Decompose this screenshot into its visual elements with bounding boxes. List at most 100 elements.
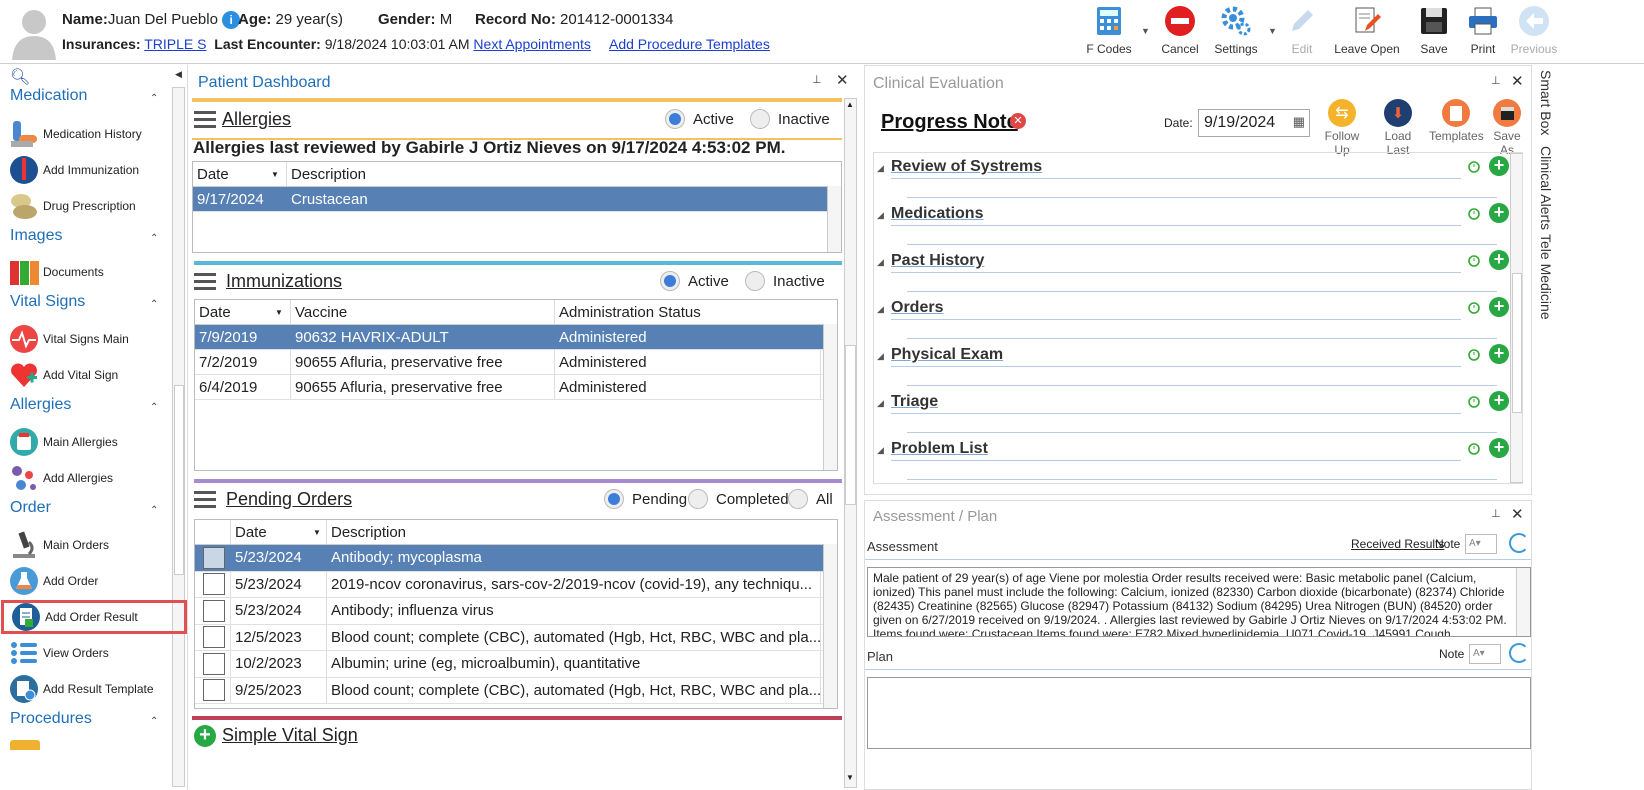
- alarm-clock-icon[interactable]: [1467, 394, 1481, 408]
- add-vital-icon[interactable]: +: [194, 725, 216, 747]
- assessment-scrollbar[interactable]: [1516, 568, 1530, 636]
- allergies-title[interactable]: Allergies: [222, 109, 291, 130]
- add-icon[interactable]: +: [1489, 391, 1509, 411]
- sidebar-item-main-orders[interactable]: Main Orders: [8, 528, 184, 562]
- pending-orders-title[interactable]: Pending Orders: [226, 489, 352, 510]
- table-row[interactable]: 12/5/2023 Blood count; complete (CBC), au…: [195, 624, 837, 651]
- chevron-up-icon[interactable]: ⌃: [150, 93, 158, 104]
- section-vital-signs[interactable]: Vital Signs: [10, 293, 85, 311]
- row-checkbox[interactable]: [203, 599, 225, 622]
- simple-vital-sign-title[interactable]: Simple Vital Sign: [222, 725, 358, 746]
- save-as-button[interactable]: Save As: [1485, 99, 1529, 157]
- sidebar-item-view-orders[interactable]: View Orders: [8, 636, 184, 670]
- column-description[interactable]: Description: [287, 162, 827, 186]
- settings-dropdown-icon[interactable]: ▼: [1268, 26, 1277, 36]
- chevron-up-icon[interactable]: ⌃: [150, 716, 158, 727]
- sidebar-item-add-vital-sign[interactable]: Add Vital Sign: [8, 358, 184, 392]
- load-last-button[interactable]: ⬇ Load Last: [1373, 99, 1423, 157]
- alarm-clock-icon[interactable]: [1467, 347, 1481, 361]
- insurance-link[interactable]: TRIPLE S: [144, 36, 206, 52]
- settings-button[interactable]: Settings: [1212, 4, 1260, 56]
- pending-orders-table-scrollbar[interactable]: [823, 544, 837, 708]
- immunizations-inactive-radio[interactable]: Inactive: [745, 271, 825, 291]
- smart-box-tab[interactable]: Smart Box: [1538, 70, 1554, 135]
- chevron-up-icon[interactable]: ⌃: [150, 299, 158, 310]
- fcodes-button[interactable]: F Codes: [1086, 4, 1132, 56]
- column-vaccine[interactable]: Vaccine: [291, 300, 555, 324]
- immunizations-title[interactable]: Immunizations: [226, 271, 342, 292]
- add-icon[interactable]: +: [1489, 438, 1509, 458]
- section-allergies[interactable]: Allergies: [10, 396, 71, 414]
- allergies-active-radio[interactable]: Active: [665, 109, 734, 129]
- add-procedure-templates-link[interactable]: Add Procedure Templates: [609, 36, 770, 52]
- table-row[interactable]: 10/2/2023 Albumin; urine (eg, microalbumi…: [195, 651, 837, 678]
- column-description[interactable]: Description: [327, 520, 821, 544]
- chevron-up-icon[interactable]: ⌃: [150, 233, 158, 244]
- scroll-up-icon[interactable]: ▲: [846, 100, 854, 109]
- row-checkbox[interactable]: [203, 573, 225, 596]
- sidebar-item-documents[interactable]: Documents: [8, 255, 184, 289]
- refresh-icon[interactable]: [1509, 533, 1529, 553]
- next-appointments-link[interactable]: Next Appointments: [473, 36, 591, 52]
- alarm-clock-icon[interactable]: [1467, 159, 1481, 173]
- section-orders[interactable]: ◢ Orders +: [877, 297, 1517, 339]
- sidebar-item-add-allergies[interactable]: Add Allergies: [8, 461, 184, 495]
- close-icon[interactable]: ✕: [836, 71, 849, 89]
- section-medication[interactable]: Medication: [10, 87, 87, 105]
- table-row[interactable]: 7/9/2019 90632 HAVRIX-ADULT Administered: [195, 325, 837, 350]
- sidebar-item-add-order[interactable]: Add Order: [8, 564, 184, 598]
- menu-icon[interactable]: [194, 491, 216, 509]
- tele-medicine-tab[interactable]: Tele Medicine: [1538, 234, 1554, 320]
- sidebar-item-add-immunization[interactable]: Add Immunization: [8, 153, 184, 187]
- chevron-up-icon[interactable]: ⌃: [150, 505, 158, 516]
- sidebar-item-vital-signs-main[interactable]: Vital Signs Main: [8, 322, 184, 356]
- add-icon[interactable]: +: [1489, 297, 1509, 317]
- text-format-dropdown[interactable]: A▾: [1465, 534, 1497, 554]
- table-row[interactable]: 9/17/2024 Crustacean: [193, 187, 841, 212]
- sort-dropdown-icon[interactable]: ▼: [275, 308, 283, 317]
- row-checkbox[interactable]: [203, 626, 225, 649]
- sidebar-item-add-result-template[interactable]: Add Result Template: [8, 672, 184, 706]
- pin-icon[interactable]: ⊥: [1491, 507, 1501, 520]
- sort-dropdown-icon[interactable]: ▼: [313, 528, 321, 537]
- table-row[interactable]: 6/4/2019 90655 Afluria, preservative free…: [195, 375, 837, 400]
- section-past-history[interactable]: ◢ Past History +: [877, 250, 1517, 292]
- add-icon[interactable]: +: [1489, 250, 1509, 270]
- table-row[interactable]: 7/2/2019 90655 Afluria, preservative free…: [195, 350, 837, 375]
- immunizations-table-scrollbar[interactable]: [823, 324, 837, 470]
- pin-icon[interactable]: ⊥: [1491, 74, 1501, 87]
- section-triage[interactable]: ◢ Triage +: [877, 391, 1517, 433]
- section-procedures[interactable]: Procedures: [10, 710, 92, 728]
- sidebar-item-main-allergies[interactable]: Main Allergies: [8, 425, 184, 459]
- add-icon[interactable]: +: [1489, 344, 1509, 364]
- section-problem-list[interactable]: ◢ Problem List +: [877, 438, 1517, 480]
- alarm-clock-icon[interactable]: [1467, 206, 1481, 220]
- alarm-clock-icon[interactable]: [1467, 253, 1481, 267]
- add-icon[interactable]: +: [1489, 156, 1509, 176]
- alarm-clock-icon[interactable]: [1467, 441, 1481, 455]
- pin-icon[interactable]: ⊥: [812, 73, 822, 86]
- plan-refresh-icon[interactable]: [1509, 643, 1529, 663]
- allergies-table-scrollbar[interactable]: [827, 186, 841, 252]
- fcodes-dropdown-icon[interactable]: ▼: [1141, 26, 1150, 36]
- menu-icon[interactable]: [194, 273, 216, 291]
- collapse-panel-icon[interactable]: ◀: [175, 69, 182, 80]
- section-review-of-systems[interactable]: ◢ Review of Systrems +: [877, 156, 1517, 198]
- search-icon[interactable]: 🔍︎: [10, 67, 30, 87]
- section-images[interactable]: Images: [10, 227, 62, 245]
- print-button[interactable]: Print: [1464, 4, 1502, 56]
- row-checkbox[interactable]: [203, 679, 225, 702]
- table-row[interactable]: 5/23/2024 2019-ncov coronavirus, sars-cov…: [195, 571, 837, 598]
- row-checkbox[interactable]: [203, 546, 225, 569]
- allergies-inactive-radio[interactable]: Inactive: [750, 109, 830, 129]
- sidebar-item-add-order-result[interactable]: Add Order Result: [1, 600, 187, 634]
- section-order[interactable]: Order: [10, 499, 51, 517]
- immunizations-active-radio[interactable]: Active: [660, 271, 729, 291]
- leave-open-button[interactable]: Leave Open: [1334, 4, 1400, 56]
- date-input[interactable]: 9/19/2024 ▦: [1198, 109, 1310, 137]
- completed-radio[interactable]: Completed: [688, 489, 789, 509]
- templates-button[interactable]: Templates: [1429, 99, 1484, 143]
- dashboard-scroll-thumb[interactable]: [845, 345, 856, 505]
- plan-textarea[interactable]: [867, 677, 1531, 749]
- all-radio[interactable]: All: [788, 489, 833, 509]
